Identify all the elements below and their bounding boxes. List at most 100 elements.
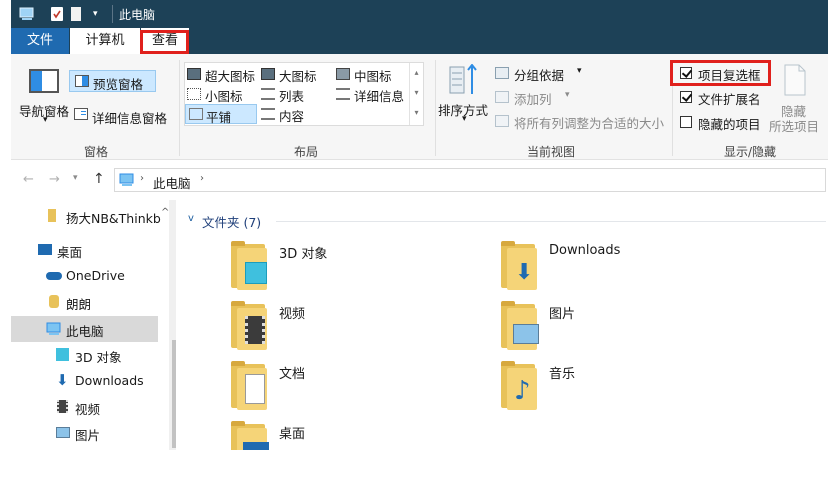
- file-extensions-checkbox[interactable]: [680, 91, 692, 103]
- nav-item-quick-user[interactable]: 扬大NB&Thinkb: [11, 203, 161, 229]
- computer-icon: [119, 173, 135, 187]
- chevron-down-icon: v: [188, 213, 194, 224]
- folder-item[interactable]: ♪ 音乐: [501, 360, 721, 412]
- nav-pane-icon: [29, 69, 59, 93]
- folder-item[interactable]: 3D 对象: [231, 240, 451, 292]
- details-icon: [336, 88, 350, 100]
- folder-item[interactable]: 视频: [231, 300, 451, 352]
- group-separator: [435, 60, 436, 156]
- layout-list[interactable]: 列表: [261, 85, 331, 104]
- folder-desktop-icon: [231, 421, 271, 450]
- group-by-icon: [495, 67, 509, 79]
- chevron-right-icon[interactable]: ›: [140, 173, 144, 184]
- picture-icon: [56, 427, 70, 438]
- layout-medium-icons[interactable]: 中图标: [336, 65, 416, 84]
- chevron-down-icon: ▾: [462, 114, 467, 124]
- nav-item-this-pc[interactable]: 此电脑: [11, 316, 158, 342]
- new-folder-icon[interactable]: [71, 7, 81, 21]
- folder-item[interactable]: ⬇ Downloads: [501, 240, 721, 292]
- document-icon: [245, 374, 265, 404]
- computer-icon: [46, 322, 62, 336]
- hide-selected-icon: [783, 64, 807, 96]
- hidden-items-checkbox[interactable]: [680, 116, 692, 128]
- layout-details[interactable]: 详细信息: [336, 85, 420, 104]
- nav-item-videos[interactable]: 视频: [11, 394, 158, 420]
- user-icon: [49, 295, 59, 308]
- group-by-button[interactable]: 分组依据 ▾: [495, 64, 587, 84]
- hidden-items-toggle[interactable]: 隐藏的项目: [679, 113, 769, 133]
- folder-documents-icon: [231, 361, 271, 410]
- nav-item-3d-objects[interactable]: 3D 对象: [11, 342, 158, 368]
- details-pane-icon: [74, 108, 88, 120]
- folder-item[interactable]: 文档: [231, 360, 451, 412]
- file-extensions-toggle[interactable]: 文件扩展名: [679, 88, 769, 108]
- back-arrow-icon[interactable]: ←: [23, 172, 34, 187]
- content-icon: [261, 108, 275, 120]
- folder-videos-icon: [231, 301, 271, 350]
- tab-computer[interactable]: 计算机: [70, 28, 140, 54]
- nav-item-downloads[interactable]: ⬇ Downloads: [11, 368, 158, 394]
- title-divider: [112, 5, 113, 23]
- chevron-down-icon[interactable]: ▾: [93, 9, 103, 19]
- properties-icon[interactable]: [51, 7, 63, 21]
- folder-3d-objects-icon: [231, 241, 271, 290]
- nav-item-user[interactable]: 朗朗: [11, 289, 158, 315]
- chevron-down-icon: ▾: [43, 115, 48, 125]
- sort-by-icon: [448, 63, 478, 96]
- size-all-columns-button[interactable]: 将所有列调整为合适的大小: [495, 112, 675, 132]
- desktop-icon: [38, 244, 52, 255]
- group-separator: [179, 60, 180, 156]
- forward-arrow-icon[interactable]: →: [49, 172, 60, 187]
- large-icons-icon: [187, 68, 201, 80]
- desktop-icon: [243, 442, 269, 450]
- cloud-icon: [46, 272, 62, 280]
- chevron-right-icon[interactable]: ›: [200, 173, 204, 184]
- nav-item-desktop[interactable]: 桌面: [11, 237, 158, 263]
- folder-item[interactable]: 图片: [501, 300, 721, 352]
- hide-selected-button[interactable]: 隐藏 所选项目: [768, 100, 826, 134]
- add-columns-button[interactable]: 添加列 ▾: [495, 88, 575, 108]
- chevron-down-icon: ▾: [565, 90, 570, 100]
- folder-item[interactable]: 桌面: [231, 420, 451, 450]
- layout-tiles[interactable]: 平铺: [185, 104, 257, 125]
- add-columns-icon: [495, 91, 509, 103]
- list-icon: [261, 88, 275, 100]
- download-arrow-icon: ⬇: [56, 371, 69, 389]
- nav-item-pictures[interactable]: 图片: [11, 420, 158, 446]
- computer-icon: [19, 7, 35, 21]
- layout-large-icons[interactable]: 大图标: [261, 65, 331, 84]
- chevron-down-icon: ▾: [577, 66, 582, 76]
- gallery-scroll[interactable]: ▴ ▾ ▾: [409, 63, 423, 125]
- cube-icon: [245, 262, 267, 284]
- tab-file[interactable]: 文件: [11, 28, 69, 54]
- group-label-layout: 布局: [293, 145, 318, 159]
- layout-small-icons[interactable]: 小图标: [187, 85, 265, 104]
- group-label-current-view: 当前视图: [526, 145, 575, 159]
- sort-by-button[interactable]: 排序方式 ▾: [437, 98, 495, 128]
- preview-pane-button[interactable]: 预览窗格: [69, 70, 156, 92]
- nav-item-onedrive[interactable]: OneDrive: [11, 263, 158, 289]
- recent-locations-icon[interactable]: ▾: [73, 173, 78, 183]
- size-columns-icon: [495, 115, 509, 127]
- small-icons-icon: [187, 88, 201, 100]
- address-path[interactable]: 此电脑: [153, 173, 191, 192]
- download-arrow-icon: ⬇: [515, 260, 534, 285]
- preview-pane-icon: [75, 75, 89, 87]
- up-arrow-icon[interactable]: ↑: [93, 171, 105, 187]
- folder-music-icon: ♪: [501, 361, 541, 410]
- title-bar: ▾ 此电脑: [11, 0, 828, 28]
- layout-extra-large-icons[interactable]: 超大图标: [187, 65, 265, 84]
- cube-icon: [56, 348, 69, 361]
- ribbon: 导航窗格 ▾ 预览窗格 详细信息窗格 窗格 超大图标 大图标 中图标 小图标 列…: [11, 54, 828, 160]
- medium-icons-icon: [336, 68, 350, 80]
- group-label-show-hide: 显示/隐藏: [723, 145, 777, 159]
- address-bar: ← → ▾ ↑ › 此电脑 ›: [11, 160, 828, 200]
- layout-content[interactable]: 内容: [261, 105, 331, 124]
- folder-icon: [48, 209, 56, 222]
- annotation-box-view-tab: [140, 30, 189, 54]
- details-pane-button[interactable]: 详细信息窗格: [69, 104, 179, 126]
- group-label-panes: 窗格: [83, 145, 108, 159]
- folder-pictures-icon: [501, 301, 541, 350]
- section-header-folders[interactable]: v 文件夹 (7): [186, 212, 826, 230]
- address-box[interactable]: › 此电脑 ›: [114, 168, 826, 192]
